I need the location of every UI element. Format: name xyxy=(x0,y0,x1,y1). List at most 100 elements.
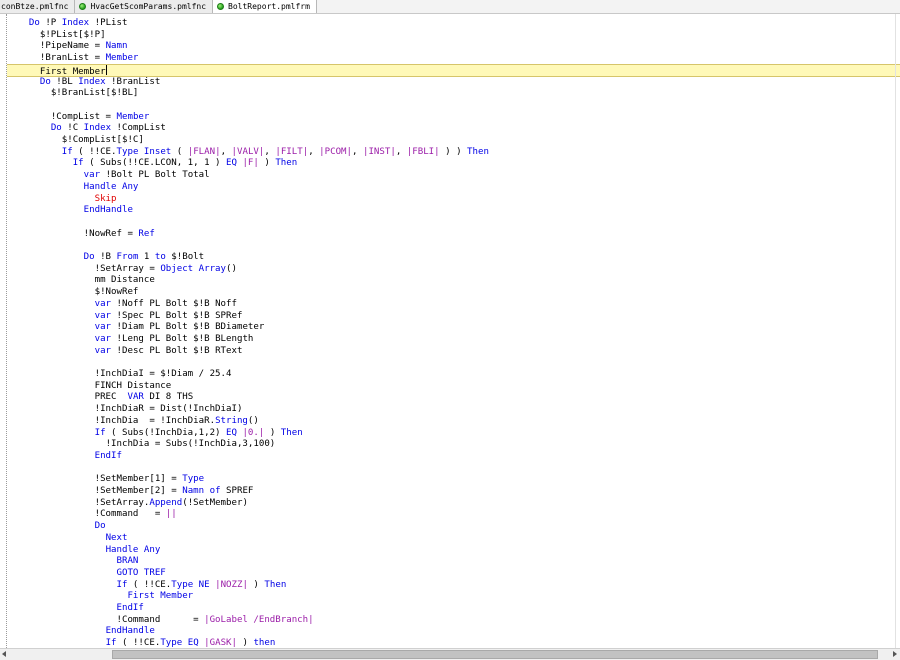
scroll-right-arrow-icon[interactable] xyxy=(893,651,897,657)
code-line[interactable]: $!CompList[$!C] xyxy=(7,135,900,147)
code-line[interactable]: !SetMember[2] = Namn of SPREF xyxy=(7,486,900,498)
code-line[interactable]: If ( Subs(!InchDia,1,2) EQ |0.| ) Then xyxy=(7,428,900,440)
code-token: ) xyxy=(264,427,281,438)
code-token: DI 8 THS xyxy=(143,392,194,403)
code-token: $!CompList[$!C] xyxy=(61,135,144,145)
code-line[interactable]: !InchDiaR = Dist(!InchDiaI) xyxy=(7,404,900,416)
code-line[interactable]: EndIf xyxy=(7,451,900,463)
code-line[interactable]: EndIf xyxy=(7,603,900,615)
code-line[interactable]: Do !B From 1 to $!Bolt xyxy=(7,252,900,264)
code-line[interactable]: Next xyxy=(7,533,900,545)
code-token: EndIf xyxy=(94,450,122,461)
code-editor[interactable]: Do !P Index !PList $!PList[$!P] !PipeNam… xyxy=(7,14,900,648)
code-line[interactable]: Do !BL Index !BranList xyxy=(7,77,900,89)
code-line[interactable]: mm Distance xyxy=(7,275,900,287)
code-token: ( !!CE. xyxy=(116,638,161,648)
code-token: !SetMember[2] = xyxy=(94,486,183,496)
code-line[interactable]: Do !P Index !PList xyxy=(7,18,900,30)
code-token: !Command = xyxy=(116,614,205,625)
code-token: $!PList[$!P] xyxy=(39,29,106,40)
code-line[interactable]: !NowRef = Ref xyxy=(7,229,900,241)
code-token: EQ xyxy=(226,158,237,169)
code-line[interactable]: var !Bolt PL Bolt Total xyxy=(7,170,900,182)
code-line[interactable] xyxy=(7,240,900,252)
code-token: SPREF xyxy=(220,486,254,496)
code-line[interactable]: !Command = |GoLabel /EndBranch| xyxy=(7,615,900,627)
code-line[interactable]: Do !C Index !CompList xyxy=(7,123,900,135)
code-token: Member xyxy=(116,111,150,122)
code-line[interactable] xyxy=(7,100,900,112)
code-line[interactable] xyxy=(7,463,900,475)
code-token: |FLAN| xyxy=(187,146,221,157)
code-line[interactable]: var !Noff PL Bolt $!B Noff xyxy=(7,299,900,311)
code-line[interactable]: If ( !!CE.Type Inset ( |FLAN|, |VALV|, |… xyxy=(7,147,900,159)
code-line[interactable]: !BranList = Member xyxy=(7,53,900,65)
code-line[interactable]: If ( !!CE.Type EQ |GASK| ) then xyxy=(7,638,900,648)
code-token: !InchDiaI = $!Diam / 25.4 xyxy=(94,369,232,379)
code-token: Handle Any xyxy=(83,181,139,192)
code-line[interactable]: var !Diam PL Bolt $!B BDiameter xyxy=(7,322,900,334)
tab-label: BoltReport.pmlfrm xyxy=(228,2,310,11)
code-token: var xyxy=(83,170,101,181)
code-token: !SetArray. xyxy=(94,497,150,508)
code-token: !InchDia = !InchDiaR. xyxy=(94,415,216,426)
tab-1[interactable]: HvacGetScomParams.pmlfnc xyxy=(75,0,214,13)
code-line[interactable]: FINCH Distance xyxy=(7,381,900,393)
code-line[interactable]: !Command = || xyxy=(7,509,900,521)
code-token: EndHandle xyxy=(105,626,155,637)
vertical-scrollbar[interactable] xyxy=(895,14,900,648)
code-line[interactable]: !InchDia = !InchDiaR.String() xyxy=(7,416,900,428)
code-line[interactable]: var !Spec PL Bolt $!B SPRef xyxy=(7,311,900,323)
code-token: !Diam PL Bolt $!B BDiameter xyxy=(111,322,265,333)
code-token: ) ) xyxy=(439,146,468,157)
scroll-left-arrow-icon[interactable] xyxy=(2,651,6,657)
code-line[interactable]: var !Leng PL Bolt $!B BLength xyxy=(7,334,900,346)
code-line[interactable]: !SetMember[1] = Type xyxy=(7,474,900,486)
code-line[interactable]: !SetArray.Append(!SetMember) xyxy=(7,498,900,510)
code-token: Index xyxy=(78,76,106,87)
horizontal-scrollbar[interactable] xyxy=(0,648,900,660)
code-line[interactable]: If ( !!CE.Type NE |NOZZ| ) Then xyxy=(7,580,900,592)
code-line[interactable]: !CompList = Member xyxy=(7,112,900,124)
code-token: || xyxy=(165,509,177,520)
code-line[interactable]: Skip xyxy=(7,194,900,206)
code-line[interactable]: First Member xyxy=(7,63,900,78)
code-line[interactable]: !InchDia = Subs(!InchDia,3,100) xyxy=(7,439,900,451)
code-line[interactable] xyxy=(7,217,900,229)
tab-2[interactable]: BoltReport.pmlfrm xyxy=(213,0,317,13)
pml-file-icon xyxy=(79,3,87,10)
code-token: Member xyxy=(105,53,139,64)
code-line[interactable]: BRAN xyxy=(7,556,900,568)
code-line[interactable] xyxy=(7,357,900,369)
code-token: Then xyxy=(275,158,298,169)
code-line[interactable]: $!PList[$!P] xyxy=(7,30,900,42)
code-token: !SetMember[1] = xyxy=(94,474,183,485)
code-line[interactable]: var !Desc PL Bolt $!B RText xyxy=(7,346,900,358)
tab-0[interactable]: conBtze.pmlfnc xyxy=(0,0,76,13)
code-line[interactable]: Do xyxy=(7,521,900,533)
code-token: ( xyxy=(171,146,188,157)
code-line[interactable]: PREC VAR DI 8 THS xyxy=(7,392,900,404)
code-token: Then xyxy=(264,579,287,590)
code-token: ( Subs(!!CE.LCON, 1, 1 ) xyxy=(83,158,227,169)
code-token: |FBLI| xyxy=(406,146,440,157)
code-line[interactable]: Handle Any xyxy=(7,545,900,557)
code-line[interactable]: EndHandle xyxy=(7,205,900,217)
code-line[interactable]: $!NowRef xyxy=(7,287,900,299)
code-token: () xyxy=(247,415,259,426)
code-line[interactable]: EndHandle xyxy=(7,626,900,638)
scrollbar-thumb[interactable] xyxy=(112,650,878,659)
code-token: ) xyxy=(247,579,265,590)
code-line[interactable]: !SetArray = Object Array() xyxy=(7,264,900,276)
code-token: !C xyxy=(61,123,84,134)
code-line[interactable]: Handle Any xyxy=(7,182,900,194)
code-line[interactable]: First Member xyxy=(7,591,900,603)
code-token: !Command = xyxy=(94,509,166,520)
code-token: If xyxy=(116,579,128,590)
code-line[interactable]: $!BranList[$!BL] xyxy=(7,88,900,100)
code-line[interactable]: !InchDiaI = $!Diam / 25.4 xyxy=(7,369,900,381)
code-line[interactable]: !PipeName = Namn xyxy=(7,41,900,53)
code-line[interactable]: If ( Subs(!!CE.LCON, 1, 1 ) EQ |F| ) The… xyxy=(7,158,900,170)
code-token: First Member xyxy=(39,66,106,77)
code-line[interactable]: GOTO TREF xyxy=(7,568,900,580)
